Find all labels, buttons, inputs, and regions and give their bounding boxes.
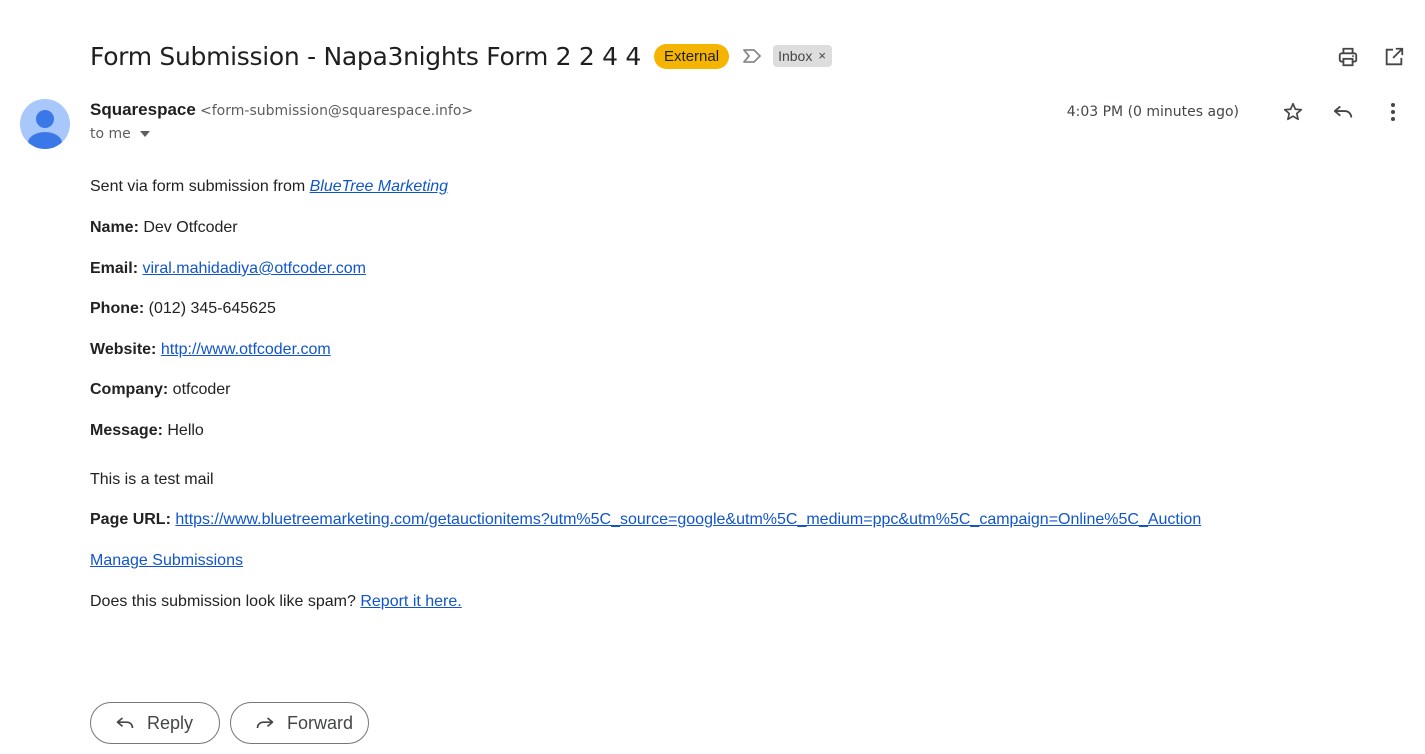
forward-label: Forward <box>287 712 354 733</box>
sender-email: <form-submission@squarespace.info> <box>200 103 474 119</box>
field-label: Name: <box>90 219 139 236</box>
field-message: Message: Hello <box>90 420 204 442</box>
email-view: Form Submission - Napa3nights Form 2 2 4… <box>0 0 1425 754</box>
field-phone: Phone: (012) 345-645625 <box>90 298 276 320</box>
reply-forward-actions: Reply Forward <box>90 702 369 744</box>
field-value: Hello <box>162 422 204 439</box>
email-link[interactable]: viral.mahidadiya@otfcoder.com <box>142 260 365 277</box>
person-avatar-icon <box>28 110 62 149</box>
spam-text: Does this submission look like spam? <box>90 593 361 610</box>
open-in-new-window-icon[interactable] <box>1381 44 1407 70</box>
subject-row: Form Submission - Napa3nights Form 2 2 4… <box>90 38 832 74</box>
recipients-text: to me <box>90 126 131 142</box>
field-label: Email: <box>90 260 139 277</box>
field-name: Name: Dev Otfcoder <box>90 217 238 239</box>
manage-submissions-link[interactable]: Manage Submissions <box>90 552 243 569</box>
field-label: Company: <box>90 381 169 398</box>
field-value: (012) 345-645625 <box>144 300 276 317</box>
thread-actions <box>1335 44 1407 70</box>
field-company: Company: otfcoder <box>90 379 231 401</box>
print-icon[interactable] <box>1335 44 1361 70</box>
intro-line: Sent via form submission from BlueTree M… <box>90 176 448 198</box>
field-label: Website: <box>90 341 157 358</box>
chevron-down-icon[interactable] <box>139 130 151 138</box>
external-badge: External <box>654 43 730 69</box>
inbox-label-text: Inbox <box>778 48 813 64</box>
star-icon[interactable] <box>1275 96 1311 128</box>
remove-label-icon[interactable]: × <box>818 45 826 67</box>
sender-name[interactable]: Squarespace <box>90 100 196 119</box>
spam-line: Does this submission look like spam? Rep… <box>90 591 462 613</box>
message-meta: 4:03 PM (0 minutes ago) <box>1067 96 1411 128</box>
field-label: Message: <box>90 422 163 439</box>
reply-button[interactable]: Reply <box>90 702 220 744</box>
page-url-link[interactable]: https://www.bluetreemarketing.com/getauc… <box>175 511 1201 528</box>
field-page-url: Page URL: https://www.bluetreemarketing.… <box>90 509 1201 531</box>
email-subject: Form Submission - Napa3nights Form 2 2 4… <box>90 41 642 71</box>
intro-text: Sent via form submission from <box>90 178 310 195</box>
field-label: Page URL: <box>90 511 171 528</box>
field-label: Phone: <box>90 300 145 317</box>
more-vert-icon[interactable] <box>1375 96 1411 128</box>
message-extra: This is a test mail <box>90 471 214 488</box>
field-email: Email: viral.mahidadiya@otfcoder.com <box>90 258 366 280</box>
sender-avatar[interactable] <box>20 99 70 149</box>
field-website: Website: http://www.otfcoder.com <box>90 339 331 361</box>
field-value: Dev Otfcoder <box>138 219 238 236</box>
forward-icon <box>255 713 275 733</box>
timestamp: 4:03 PM (0 minutes ago) <box>1066 104 1239 120</box>
manage-line: Manage Submissions <box>90 550 243 572</box>
inbox-label-chip[interactable]: Inbox × <box>773 45 832 67</box>
important-marker-icon[interactable] <box>741 45 763 67</box>
report-spam-link[interactable]: Report it here. <box>360 593 461 610</box>
field-value: otfcoder <box>168 381 231 398</box>
reply-label: Reply <box>147 712 194 733</box>
reply-icon <box>115 713 135 733</box>
sender-block: Squarespace <form-submission@squarespace… <box>90 100 473 142</box>
forward-button[interactable]: Forward <box>230 702 369 744</box>
reply-icon[interactable] <box>1325 96 1361 128</box>
website-link[interactable]: http://www.otfcoder.com <box>161 341 331 358</box>
recipients-line[interactable]: to me <box>90 126 473 142</box>
site-link[interactable]: BlueTree Marketing <box>310 178 448 195</box>
